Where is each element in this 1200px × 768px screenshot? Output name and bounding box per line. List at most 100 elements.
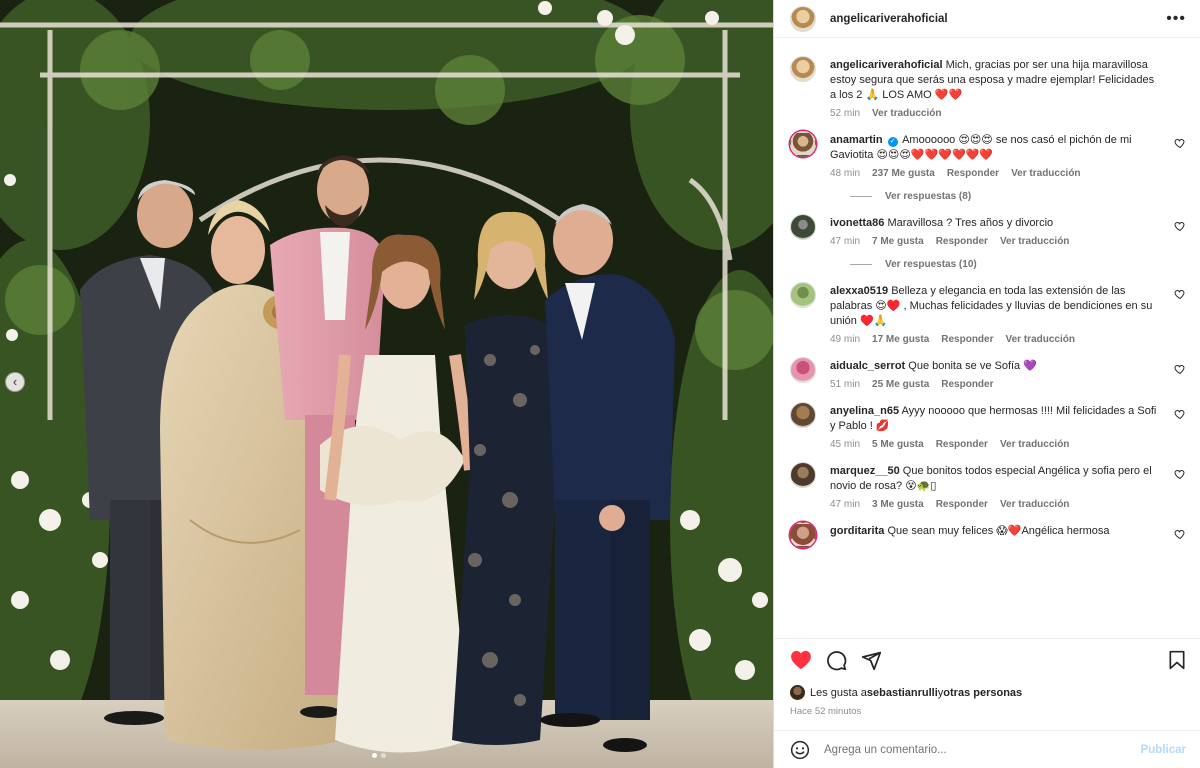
comment: aidualc_serrot Que bonita se ve Sofía 💜 …: [790, 357, 1186, 390]
commenter-avatar[interactable]: [790, 282, 816, 308]
comment-likes[interactable]: 237 Me gusta: [872, 168, 935, 179]
comment-text: marquez__50 Que bonitos todos especial A…: [830, 464, 1160, 494]
comment-time: 48 min: [830, 168, 861, 179]
comments-list[interactable]: angelicariverahoficial Mich, gracias por…: [774, 38, 1200, 638]
comment-text: aidualc_serrot Que bonita se ve Sofía 💜: [830, 359, 1160, 374]
reply-button[interactable]: Responder: [936, 499, 988, 510]
comment-time: 51 min: [830, 379, 861, 390]
caption-username[interactable]: angelicariverahoficial: [830, 59, 943, 71]
view-replies-label: Ver respuestas (10): [885, 259, 977, 270]
heart-outline-icon[interactable]: [1174, 137, 1186, 149]
comment-text: alexxa0519 Belleza y elegancia en toda l…: [830, 284, 1160, 329]
comment-likes[interactable]: 25 Me gusta: [872, 379, 929, 390]
translate-button[interactable]: Ver traducción: [872, 108, 941, 119]
other-likers-link[interactable]: otras personas: [943, 687, 1022, 699]
replies-divider: [850, 196, 872, 197]
bookmark-icon[interactable]: [1168, 650, 1186, 670]
comment-body: Que bonita se ve Sofía 💜: [908, 360, 1037, 372]
heart-filled-icon[interactable]: [790, 650, 812, 670]
post-timestamp: Hace 52 minutos: [790, 706, 862, 717]
comment-meta: 48 min 237 Me gusta Responder Ver traduc…: [830, 168, 1160, 179]
carousel-prev-button[interactable]: ‹: [5, 372, 25, 392]
comment-meta: 49 min 17 Me gusta Responder Ver traducc…: [830, 334, 1160, 345]
commenter-avatar[interactable]: [790, 402, 816, 428]
carousel-dots: [372, 753, 386, 758]
comment-username[interactable]: anyelina_n65: [830, 405, 899, 417]
comment-likes[interactable]: 5 Me gusta: [872, 439, 924, 450]
heart-outline-icon[interactable]: [1174, 220, 1186, 232]
translate-button[interactable]: Ver traducción: [1006, 334, 1075, 345]
wedding-family-photo: [0, 0, 773, 768]
post-actions: Les gusta a sebastianrulli y otras perso…: [774, 638, 1200, 717]
translate-button[interactable]: Ver traducción: [1000, 439, 1069, 450]
comment-username[interactable]: marquez__50: [830, 465, 900, 477]
comment: gorditarita Que sean muy felices 😱❤️Angé…: [790, 522, 1186, 548]
author-username[interactable]: angelicariverahoficial: [830, 13, 948, 25]
commenter-avatar[interactable]: [790, 131, 816, 157]
commenter-avatar[interactable]: [790, 357, 816, 383]
heart-outline-icon[interactable]: [1174, 468, 1186, 480]
comment-username[interactable]: anamartin: [830, 134, 883, 146]
translate-button[interactable]: Ver traducción: [1000, 236, 1069, 247]
liker-username[interactable]: sebastianrulli: [867, 687, 938, 699]
view-replies-button[interactable]: Ver respuestas (8): [850, 191, 1186, 202]
comment: anamartin ✓ Amoooooo 😍😍😍 se nos casó el …: [790, 131, 1186, 179]
comment-likes[interactable]: 3 Me gusta: [872, 499, 924, 510]
post-side-panel: angelicariverahoficial ••• angelicariver…: [773, 0, 1200, 768]
comment-username[interactable]: ivonetta86: [830, 217, 884, 229]
comment-likes[interactable]: 17 Me gusta: [872, 334, 929, 345]
caption-meta: 52 min Ver traducción: [830, 108, 1160, 119]
comment-time: 47 min: [830, 499, 861, 510]
heart-outline-icon[interactable]: [1174, 363, 1186, 375]
comment-username[interactable]: gorditarita: [830, 525, 884, 537]
comment-body: Que sean muy felices 😱❤️Angélica hermosa: [887, 525, 1110, 537]
caption: angelicariverahoficial Mich, gracias por…: [790, 56, 1186, 119]
author-avatar[interactable]: [790, 5, 816, 32]
comment: ivonetta86 Maravillosa ? Tres años y div…: [790, 214, 1186, 247]
commenter-avatar[interactable]: [790, 462, 816, 488]
reply-button[interactable]: Responder: [947, 168, 999, 179]
caption-time: 52 min: [830, 108, 861, 119]
author-avatar[interactable]: [790, 56, 816, 82]
comment-time: 49 min: [830, 334, 861, 345]
heart-outline-icon[interactable]: [1174, 408, 1186, 420]
chevron-left-icon: ‹: [12, 374, 18, 389]
comment-text: anyelina_n65 Ayyy nooooo que hermosas !!…: [830, 404, 1160, 434]
liker-avatar[interactable]: [790, 685, 805, 700]
carousel-dot: [381, 753, 386, 758]
comment-meta: 45 min 5 Me gusta Responder Ver traducci…: [830, 439, 1160, 450]
translate-button[interactable]: Ver traducción: [1000, 499, 1069, 510]
likes-summary: Les gusta a sebastianrulli y otras perso…: [790, 685, 1186, 700]
reply-button[interactable]: Responder: [941, 379, 993, 390]
comment-icon[interactable]: [826, 650, 847, 671]
likes-prefix: Les gusta a: [810, 686, 867, 699]
reply-button[interactable]: Responder: [936, 439, 988, 450]
comment-body: Maravillosa ? Tres años y divorcio: [887, 217, 1054, 229]
comment-text: gorditarita Que sean muy felices 😱❤️Angé…: [830, 524, 1160, 539]
heart-outline-icon[interactable]: [1174, 528, 1186, 540]
caption-text: angelicariverahoficial Mich, gracias por…: [830, 58, 1160, 103]
comment-text: anamartin ✓ Amoooooo 😍😍😍 se nos casó el …: [830, 133, 1160, 163]
comment: alexxa0519 Belleza y elegancia en toda l…: [790, 282, 1186, 345]
verified-badge-icon: ✓: [887, 137, 898, 147]
more-horizontal-icon[interactable]: •••: [1166, 10, 1186, 28]
post-comment-button[interactable]: Publicar: [1141, 744, 1186, 756]
reply-button[interactable]: Responder: [936, 236, 988, 247]
comment-likes[interactable]: 7 Me gusta: [872, 236, 924, 247]
comment-username[interactable]: alexxa0519: [830, 285, 888, 297]
share-icon[interactable]: [861, 650, 882, 671]
post-photo[interactable]: ‹: [0, 0, 773, 768]
reply-button[interactable]: Responder: [941, 334, 993, 345]
comment-username[interactable]: aidualc_serrot: [830, 360, 905, 372]
heart-outline-icon[interactable]: [1174, 288, 1186, 300]
comment-input[interactable]: [824, 743, 1141, 756]
translate-button[interactable]: Ver traducción: [1011, 168, 1080, 179]
comment-meta: 47 min 3 Me gusta Responder Ver traducci…: [830, 499, 1160, 510]
commenter-avatar[interactable]: [790, 214, 816, 240]
emoji-icon[interactable]: [790, 740, 810, 760]
post-header: angelicariverahoficial •••: [774, 0, 1200, 38]
add-comment-bar: Publicar: [774, 730, 1200, 768]
commenter-avatar[interactable]: [790, 522, 816, 548]
view-replies-button[interactable]: Ver respuestas (10): [850, 259, 1186, 270]
comment-meta: 51 min 25 Me gusta Responder: [830, 379, 1160, 390]
